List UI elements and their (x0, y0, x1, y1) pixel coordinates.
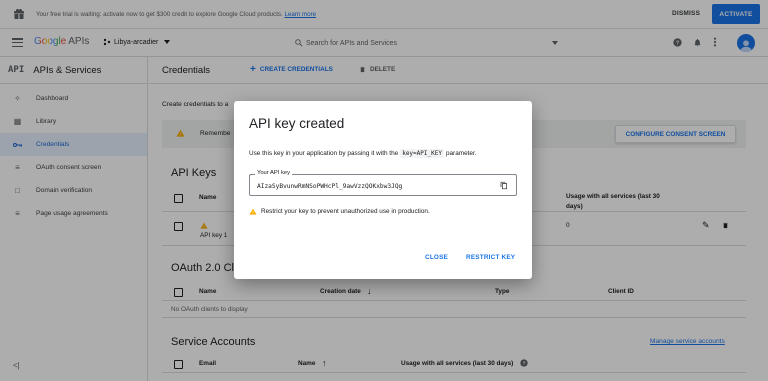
dialog-message: Use this key in your application by pass… (249, 149, 477, 158)
copy-icon[interactable] (500, 181, 508, 190)
dialog-message-before: Use this key in your application by pass… (249, 150, 399, 157)
dialog-code: key=API_KEY (400, 149, 444, 158)
restrict-warning-text: Restrict your key to prevent unauthorize… (261, 208, 430, 215)
warning-icon (249, 208, 257, 215)
api-key-created-dialog: API key created Use this key in your app… (234, 101, 532, 279)
dialog-title: API key created (249, 116, 345, 131)
dialog-message-after: parameter. (445, 150, 477, 157)
api-key-value[interactable]: AIzaSyBvunwRmNSoPWHcPl_9awVzzQOKxbw3JQg (257, 183, 402, 190)
close-button[interactable]: CLOSE (425, 254, 448, 261)
api-key-field[interactable]: Your API key AIzaSyBvunwRmNSoPWHcPl_9awV… (249, 170, 517, 196)
restrict-warning: Restrict your key to prevent unauthorize… (249, 208, 430, 215)
api-key-label: Your API key (255, 170, 292, 176)
restrict-key-button[interactable]: RESTRICT KEY (466, 254, 515, 261)
